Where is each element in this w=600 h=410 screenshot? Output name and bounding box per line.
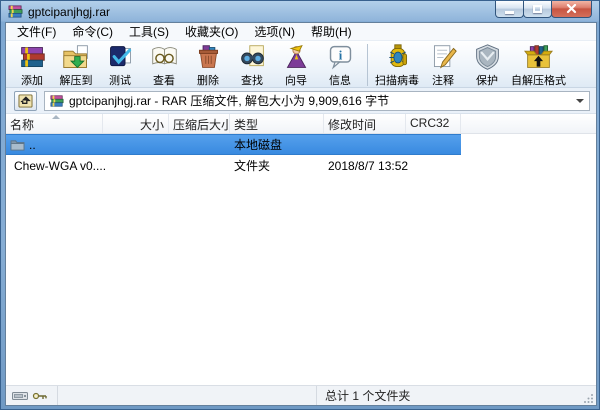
item-modified: 2018/8/7 13:52: [328, 158, 409, 173]
scan-virus-icon: [388, 44, 407, 68]
sfx-icon: [524, 45, 553, 68]
item-type: 文件夹: [234, 159, 271, 173]
svg-text:i: i: [338, 48, 342, 62]
up-folder-icon: [10, 140, 25, 151]
up-directory-button[interactable]: [14, 90, 37, 111]
comment-label: 注释: [432, 75, 454, 87]
column-name[interactable]: 名称: [6, 114, 103, 133]
winrar-books-icon: [8, 5, 23, 18]
test-archive-icon: [109, 46, 131, 67]
winrar-books-icon: [50, 94, 64, 107]
column-filler: [461, 114, 596, 133]
test-label: 测试: [109, 75, 131, 87]
sort-asc-icon: [52, 115, 60, 119]
wizard-label: 向导: [285, 75, 307, 87]
title-bar[interactable]: gptcipanjhgj.rar: [1, 1, 599, 22]
menu-commands[interactable]: 命令(C): [64, 22, 121, 41]
drive-icon[interactable]: [12, 390, 28, 402]
folder-up-icon: [18, 93, 33, 108]
item-name: Chew-WGA v0....: [14, 158, 107, 173]
address-bar: gptcipanjhgj.rar - RAR 压缩文件, 解包大小为 9,909…: [6, 88, 596, 114]
delete-button[interactable]: 删除: [186, 43, 230, 88]
add-button[interactable]: 添加: [10, 43, 54, 88]
menu-help[interactable]: 帮助(H): [303, 22, 360, 41]
comment-button[interactable]: 注释: [421, 43, 465, 88]
status-total-text: 总计 1 个文件夹: [325, 389, 411, 403]
archive-path-combobox[interactable]: gptcipanjhgj.rar - RAR 压缩文件, 解包大小为 9,909…: [44, 90, 590, 111]
sfx-label: 自解压格式: [511, 75, 566, 87]
column-name-label: 名称: [10, 118, 35, 132]
add-archive-icon: [20, 47, 45, 68]
column-type[interactable]: 类型: [230, 114, 324, 133]
view-file-icon: [151, 47, 177, 65]
extract-to-label: 解压到: [59, 75, 93, 87]
column-header-row: 名称 大小 压缩后大小 类型 修改时间 CRC32: [6, 114, 596, 134]
maximize-button[interactable]: [523, 1, 552, 18]
menu-file[interactable]: 文件(F): [9, 22, 64, 41]
info-button[interactable]: i 信息: [318, 43, 362, 88]
column-crc32[interactable]: CRC32: [406, 114, 461, 133]
find-button[interactable]: 查找: [230, 43, 274, 88]
toolbar-separator: [367, 44, 368, 86]
winrar-window: gptcipanjhgj.rar 文件(F) 命令(C) 工具(S) 收藏夹(O…: [0, 0, 600, 410]
delete-label: 删除: [197, 75, 219, 87]
maximize-icon: [533, 5, 542, 13]
client-area: 文件(F) 命令(C) 工具(S) 收藏夹(O) 选项(N) 帮助(H) 添加: [5, 22, 597, 406]
comment-icon: [433, 45, 457, 69]
wizard-icon: [286, 45, 306, 68]
toolbar: 添加 解压到 测试 查看 删除 查找 向导 i 信息 扫描病毒 注释 保护 自解…: [6, 40, 596, 88]
chevron-down-icon[interactable]: [576, 98, 584, 103]
scan-virus-button[interactable]: 扫描病毒: [373, 43, 421, 88]
view-button[interactable]: 查看: [142, 43, 186, 88]
minimize-icon: [505, 10, 514, 14]
menu-options[interactable]: 选项(N): [246, 22, 303, 41]
menu-favorites[interactable]: 收藏夹(O): [177, 22, 246, 41]
extract-to-icon: [62, 45, 88, 69]
add-label: 添加: [21, 75, 43, 87]
find-label: 查找: [241, 75, 263, 87]
item-name: ..: [29, 137, 36, 152]
info-icon: i: [329, 45, 351, 70]
protect-button[interactable]: 保护: [465, 43, 509, 88]
item-type: 本地磁盘: [234, 138, 283, 152]
menu-tools[interactable]: 工具(S): [121, 22, 177, 41]
close-icon: [566, 4, 577, 14]
column-size[interactable]: 大小: [103, 114, 169, 133]
column-modified[interactable]: 修改时间: [324, 114, 406, 133]
protect-label: 保护: [476, 75, 498, 87]
resize-grip[interactable]: [584, 393, 594, 403]
info-label: 信息: [329, 75, 351, 87]
find-icon: [240, 45, 264, 67]
wizard-button[interactable]: 向导: [274, 43, 318, 88]
test-button[interactable]: 测试: [98, 43, 142, 88]
list-item-parent-dir[interactable]: .. 本地磁盘: [6, 134, 461, 155]
extract-to-button[interactable]: 解压到: [54, 43, 98, 88]
delete-icon: [198, 45, 218, 68]
status-message-panel: [58, 386, 317, 405]
close-button[interactable]: [551, 1, 592, 18]
view-label: 查看: [153, 75, 175, 87]
list-item-folder[interactable]: Chew-WGA v0.... 文件夹 2018/8/7 13:52: [6, 155, 461, 176]
archive-info-text: gptcipanjhgj.rar - RAR 压缩文件, 解包大小为 9,909…: [69, 94, 390, 108]
column-packed-size[interactable]: 压缩后大小: [169, 114, 230, 133]
window-title: gptcipanjhgj.rar: [28, 4, 111, 19]
sfx-button[interactable]: 自解压格式: [509, 43, 568, 88]
menu-bar: 文件(F) 命令(C) 工具(S) 收藏夹(O) 选项(N) 帮助(H): [6, 23, 596, 40]
protect-icon: [475, 44, 499, 70]
scan-virus-label: 扫描病毒: [375, 75, 419, 87]
file-list: .. 本地磁盘 Chew-WGA v0.... 文件夹 2018/8/7 13:…: [6, 134, 596, 385]
status-bar: 总计 1 个文件夹: [6, 385, 596, 405]
minimize-button[interactable]: [495, 1, 524, 18]
key-icon[interactable]: [32, 390, 48, 402]
